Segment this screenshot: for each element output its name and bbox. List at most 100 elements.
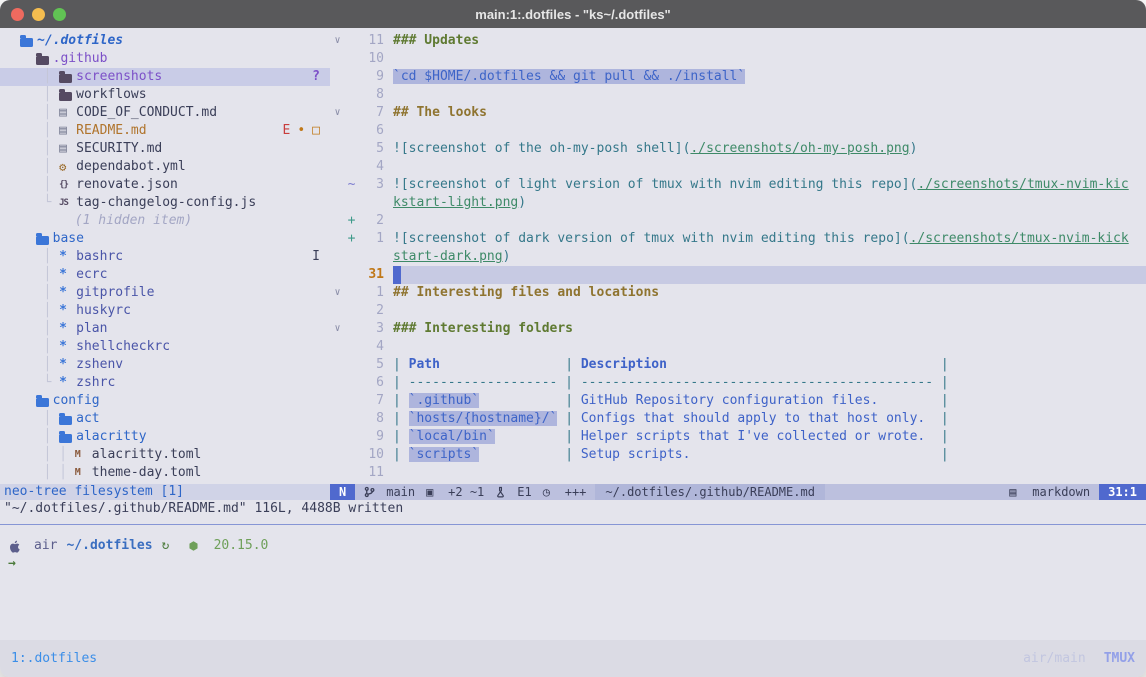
editor-line[interactable]: kstart-light.png) xyxy=(330,194,1146,212)
tree-item[interactable]: │ *ecrc xyxy=(0,266,330,284)
tree-item[interactable]: │ ▤SECURITY.md xyxy=(0,140,330,158)
tree-item[interactable]: (1 hidden item) xyxy=(0,212,330,230)
syntax-segment: | xyxy=(393,393,409,408)
syntax-segment: Path xyxy=(409,357,440,372)
editor-line[interactable]: start-dark.png) xyxy=(330,248,1146,266)
fold-chevron-icon xyxy=(330,230,345,248)
js-icon: JS xyxy=(59,194,76,212)
tree-item[interactable]: │ ▤CODE_OF_CONDUCT.md xyxy=(0,104,330,122)
line-number: 5 xyxy=(358,140,384,158)
tree-item-label: gitprofile xyxy=(76,284,154,302)
syntax-segment: Description xyxy=(581,357,667,372)
editor-line-text: ### Updates xyxy=(393,32,1146,50)
tree-item[interactable]: │ ▤README.mdE•□ xyxy=(0,122,330,140)
editor-line[interactable]: 7| `.github` | GitHub Repository configu… xyxy=(330,392,1146,410)
file-icon: ▤ xyxy=(59,122,76,140)
cursor-position: 31:1 xyxy=(1099,484,1146,500)
editor-line-text: | ------------------- | ----------------… xyxy=(393,374,1146,392)
editor-line[interactable]: 2 xyxy=(330,302,1146,320)
fold-chevron-icon[interactable]: ∨ xyxy=(330,104,345,122)
shell-pane[interactable]: air~/.dotfiles↻20.15.0 → xyxy=(0,525,1146,640)
syntax-segment: | xyxy=(393,447,409,462)
toml-icon: M xyxy=(75,464,92,482)
tree-item[interactable]: │ screenshots? xyxy=(0,68,330,86)
editor-line[interactable]: ∨3### Interesting folders xyxy=(330,320,1146,338)
editor-line[interactable]: 9`cd $HOME/.dotfiles && git pull && ./in… xyxy=(330,68,1146,86)
tree-item[interactable]: │ ⚙dependabot.yml xyxy=(0,158,330,176)
editor-line[interactable]: 10| `scripts` | Setup scripts. | xyxy=(330,446,1146,464)
tree-item-label: screenshots xyxy=(76,68,162,86)
zoom-button[interactable] xyxy=(53,8,66,21)
tmux-session-name: air/main xyxy=(1023,651,1086,666)
editor-line[interactable]: 6| ------------------- | ---------------… xyxy=(330,374,1146,392)
tmux-badge: TMUX xyxy=(1104,651,1135,666)
flask-icon xyxy=(495,486,512,498)
tree-item[interactable]: │ *gitprofile xyxy=(0,284,330,302)
tree-item[interactable]: ~/.dotfiles xyxy=(0,32,330,50)
syntax-segment: | xyxy=(565,393,581,408)
tmux-window-tab[interactable]: 1:.dotfiles xyxy=(11,651,97,666)
tree-item[interactable]: base xyxy=(0,230,330,248)
sync-icon: ↻ xyxy=(162,537,179,555)
editor-line[interactable]: ∨7## The looks xyxy=(330,104,1146,122)
line-number: 11 xyxy=(358,464,384,482)
gutter-sign xyxy=(345,122,358,140)
tree-item[interactable]: │ *bashrcI xyxy=(0,248,330,266)
editor-line[interactable]: +2 xyxy=(330,212,1146,230)
gutter-sign xyxy=(345,374,358,392)
toml-icon: M xyxy=(75,446,92,464)
syntax-segment: kstart-light.png xyxy=(393,195,518,210)
tree-item[interactable]: │ *zshenv xyxy=(0,356,330,374)
tree-item[interactable]: │ │ Malacritty.toml xyxy=(0,446,330,464)
fold-chevron-icon xyxy=(330,356,345,374)
cursor-block xyxy=(393,266,401,284)
editor-line[interactable]: 5![screenshot of the oh-my-posh shell](.… xyxy=(330,140,1146,158)
line-number: 10 xyxy=(358,446,384,464)
neotree-panel: ~/.dotfiles .github │ screenshots? │ wor… xyxy=(0,28,330,500)
tree-item[interactable]: │ workflows xyxy=(0,86,330,104)
editor-line[interactable]: 5| Path | Description | xyxy=(330,356,1146,374)
tree-guide: │ xyxy=(20,86,59,104)
statusline-filepath: ~/.dotfiles/.github/README.md xyxy=(595,484,825,500)
syntax-segment xyxy=(479,447,565,462)
editor-line[interactable]: 8 xyxy=(330,86,1146,104)
tree-item[interactable]: └ *zshrc xyxy=(0,374,330,392)
editor-line[interactable]: ∨1## Interesting files and locations xyxy=(330,284,1146,302)
tree-item[interactable]: │ │ Mtheme-day.toml xyxy=(0,464,330,482)
syntax-segment: | xyxy=(393,429,409,444)
close-button[interactable] xyxy=(11,8,24,21)
minimize-button[interactable] xyxy=(32,8,45,21)
editor-line[interactable]: 10 xyxy=(330,50,1146,68)
editor-line[interactable]: 9| `local/bin` | Helper scripts that I'v… xyxy=(330,428,1146,446)
tree-item[interactable]: config xyxy=(0,392,330,410)
editor-line[interactable]: 4 xyxy=(330,338,1146,356)
editor-line-text: ## The looks xyxy=(393,104,1146,122)
editor-line[interactable]: ∨ 11 ### Updates xyxy=(330,32,1146,50)
editor-buffer[interactable]: ∨11### Updates109`cd $HOME/.dotfiles && … xyxy=(330,28,1146,484)
editor-line[interactable]: 6 xyxy=(330,122,1146,140)
tree-item[interactable]: │ *shellcheckrc xyxy=(0,338,330,356)
tree-item-label: huskyrc xyxy=(76,302,131,320)
editor-line[interactable]: 4 xyxy=(330,158,1146,176)
status-badge: E xyxy=(283,122,291,140)
tree-item[interactable]: │ *plan xyxy=(0,320,330,338)
tree-item[interactable]: │ act xyxy=(0,410,330,428)
tree-item[interactable]: │ {}renovate.json xyxy=(0,176,330,194)
gutter-sign xyxy=(345,320,358,338)
tree-item-label: tag-changelog-config.js xyxy=(76,194,256,212)
fold-chevron-icon[interactable]: ∨ xyxy=(330,284,345,302)
tree-item[interactable]: │ alacritty xyxy=(0,428,330,446)
line-number: 11 xyxy=(358,32,384,50)
editor-line[interactable]: 31 xyxy=(330,266,1146,284)
editor-line[interactable]: ~3![screenshot of light version of tmux … xyxy=(330,176,1146,194)
syntax-segment: ### Updates xyxy=(393,33,479,48)
gutter-sign xyxy=(345,50,358,68)
tree-item[interactable]: └ JStag-changelog-config.js xyxy=(0,194,330,212)
fold-chevron-icon[interactable]: ∨ xyxy=(330,320,345,338)
fold-chevron-icon[interactable]: ∨ xyxy=(330,32,345,50)
editor-line[interactable]: 11 xyxy=(330,464,1146,482)
tree-item[interactable]: │ *huskyrc xyxy=(0,302,330,320)
editor-line[interactable]: 8| `hosts/{hostname}/` | Configs that sh… xyxy=(330,410,1146,428)
editor-line[interactable]: +1![screenshot of dark version of tmux w… xyxy=(330,230,1146,248)
tree-item[interactable]: .github xyxy=(0,50,330,68)
